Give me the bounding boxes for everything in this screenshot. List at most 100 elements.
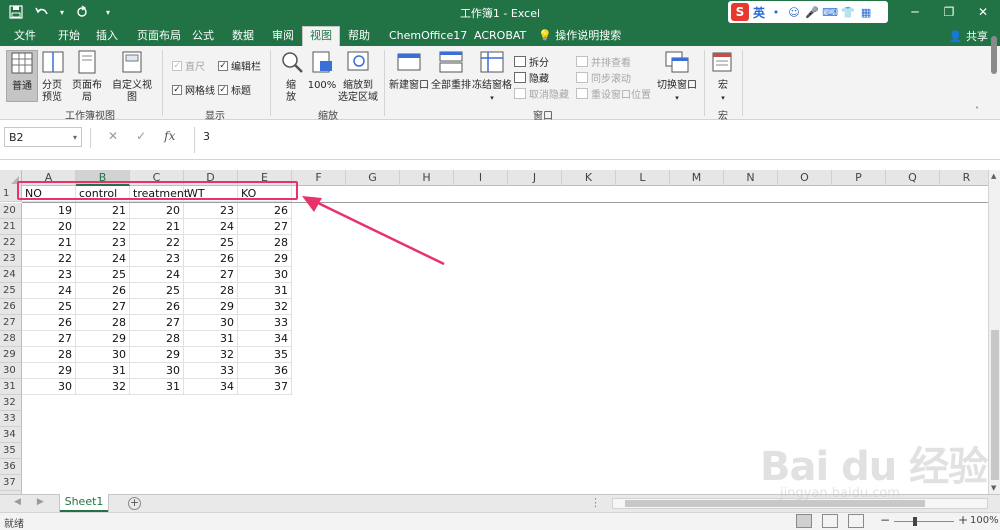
worksheet-grid[interactable]: A B C D E F G H I J K L M N O P Q R 1 NO…: [0, 170, 988, 494]
row-header[interactable]: 36: [0, 459, 22, 475]
tab-page-layout[interactable]: 页面布局: [135, 27, 183, 46]
table-cell[interactable]: 30: [184, 315, 238, 331]
table-cell[interactable]: 27: [76, 299, 130, 315]
table-cell[interactable]: 29: [238, 251, 292, 267]
keyboard-icon[interactable]: ⌨: [822, 5, 838, 19]
table-cell[interactable]: 31: [130, 379, 184, 395]
gridlines-checkbox[interactable]: ✓ 网格线: [172, 82, 215, 97]
ruler-checkbox[interactable]: ✓ 直尺: [172, 58, 205, 73]
table-cell[interactable]: 32: [76, 379, 130, 395]
vertical-scrollbar[interactable]: ▲ ▼: [988, 170, 1000, 494]
table-cell[interactable]: 24: [22, 283, 76, 299]
table-cell[interactable]: 23: [184, 203, 238, 219]
row-header[interactable]: 35: [0, 443, 22, 459]
table-cell[interactable]: 22: [76, 219, 130, 235]
column-header[interactable]: J: [508, 170, 562, 186]
switch-windows-button[interactable]: 切换窗口 ▾: [654, 50, 700, 104]
column-header[interactable]: R: [940, 170, 988, 186]
tab-home[interactable]: 开始: [56, 27, 82, 46]
tab-file[interactable]: 文件: [12, 27, 38, 46]
table-cell[interactable]: 31: [238, 283, 292, 299]
sheet-tab-sheet1[interactable]: Sheet1: [60, 494, 108, 512]
row-header[interactable]: 31: [0, 379, 22, 395]
table-cell[interactable]: 21: [76, 203, 130, 219]
row-header[interactable]: 26: [0, 299, 22, 315]
zoom-button[interactable]: 缩 放: [279, 50, 303, 104]
insert-function-icon[interactable]: fx: [164, 129, 175, 143]
shirt-icon[interactable]: 👕: [841, 5, 855, 19]
table-cell[interactable]: 28: [184, 283, 238, 299]
table-cell[interactable]: 30: [22, 379, 76, 395]
table-cell[interactable]: 31: [184, 331, 238, 347]
table-cell[interactable]: 26: [184, 251, 238, 267]
zoom-slider-knob[interactable]: [913, 517, 917, 526]
row-header[interactable]: 34: [0, 427, 22, 443]
headings-checkbox[interactable]: ✓ 标题: [218, 82, 251, 97]
new-window-button[interactable]: 新建窗口: [389, 50, 429, 92]
table-cell[interactable]: 21: [130, 219, 184, 235]
freeze-panes-button[interactable]: 冻结窗格 ▾: [472, 50, 512, 104]
vertical-scroll-thumb[interactable]: [991, 330, 999, 480]
next-sheet-icon[interactable]: ▶: [37, 497, 44, 507]
name-box-dropdown-icon[interactable]: ▾: [73, 133, 77, 142]
name-box[interactable]: B2 ▾: [4, 127, 82, 147]
column-header[interactable]: O: [778, 170, 832, 186]
collapse-ribbon-icon[interactable]: ˄: [975, 106, 979, 115]
ribbon-display-options-icon[interactable]: ▭: [864, 0, 898, 24]
table-cell[interactable]: 27: [238, 219, 292, 235]
column-header[interactable]: L: [616, 170, 670, 186]
row-header[interactable]: 25: [0, 283, 22, 299]
ribbon-scroll-thumb[interactable]: [991, 36, 997, 74]
table-cell[interactable]: 34: [238, 331, 292, 347]
table-cell[interactable]: 26: [22, 315, 76, 331]
zoom-level[interactable]: 100%: [970, 515, 999, 526]
row-header[interactable]: 29: [0, 347, 22, 363]
arrange-all-button[interactable]: 全部重排: [431, 50, 471, 92]
column-header[interactable]: G: [346, 170, 400, 186]
reset-window-position-button[interactable]: 重设窗口位置: [576, 86, 651, 101]
horizontal-scroll-thumb[interactable]: [625, 500, 925, 507]
normal-view-status-icon[interactable]: [796, 514, 812, 528]
table-cell[interactable]: 33: [238, 315, 292, 331]
scroll-up-icon[interactable]: ▲: [991, 172, 996, 180]
table-cell[interactable]: 28: [22, 347, 76, 363]
emoji-icon[interactable]: ☺: [787, 5, 801, 19]
minimize-button[interactable]: ─: [898, 0, 932, 24]
page-layout-view-button[interactable]: 页面布局: [68, 50, 106, 104]
restore-button[interactable]: ❐: [932, 0, 966, 24]
table-cell[interactable]: 31: [76, 363, 130, 379]
table-cell[interactable]: 23: [22, 267, 76, 283]
name-box-value[interactable]: B2: [9, 131, 24, 144]
table-cell[interactable]: 30: [76, 347, 130, 363]
tab-split-handle-icon[interactable]: ⋮: [590, 496, 601, 509]
table-cell[interactable]: 25: [184, 235, 238, 251]
table-cell[interactable]: 29: [76, 331, 130, 347]
table-cell[interactable]: 34: [184, 379, 238, 395]
table-cell[interactable]: 30: [130, 363, 184, 379]
table-cell[interactable]: 24: [184, 219, 238, 235]
row-header[interactable]: 27: [0, 315, 22, 331]
custom-views-button[interactable]: 自定义视图: [108, 50, 156, 104]
table-cell[interactable]: 26: [76, 283, 130, 299]
tab-insert[interactable]: 插入: [94, 27, 120, 46]
unhide-button[interactable]: 取消隐藏: [514, 86, 569, 101]
split-button[interactable]: 拆分: [514, 54, 549, 69]
column-header[interactable]: M: [670, 170, 724, 186]
table-cell[interactable]: 19: [22, 203, 76, 219]
table-cell[interactable]: 23: [76, 235, 130, 251]
formula-bar-checkbox[interactable]: ✓ 编辑栏: [218, 58, 261, 73]
zoom-out-icon[interactable]: −: [880, 513, 890, 527]
tell-me-search[interactable]: 💡 操作说明搜索: [536, 27, 623, 46]
table-cell[interactable]: 27: [184, 267, 238, 283]
table-cell[interactable]: 24: [130, 267, 184, 283]
table-cell[interactable]: 37: [238, 379, 292, 395]
table-cell[interactable]: 29: [22, 363, 76, 379]
table-cell[interactable]: 26: [130, 299, 184, 315]
formula-input[interactable]: 3: [194, 127, 990, 153]
normal-view-button[interactable]: 普通: [6, 50, 38, 102]
table-cell[interactable]: 33: [184, 363, 238, 379]
close-button[interactable]: ✕: [966, 0, 1000, 24]
row-header[interactable]: 28: [0, 331, 22, 347]
table-cell[interactable]: 22: [22, 251, 76, 267]
table-cell[interactable]: 27: [22, 331, 76, 347]
